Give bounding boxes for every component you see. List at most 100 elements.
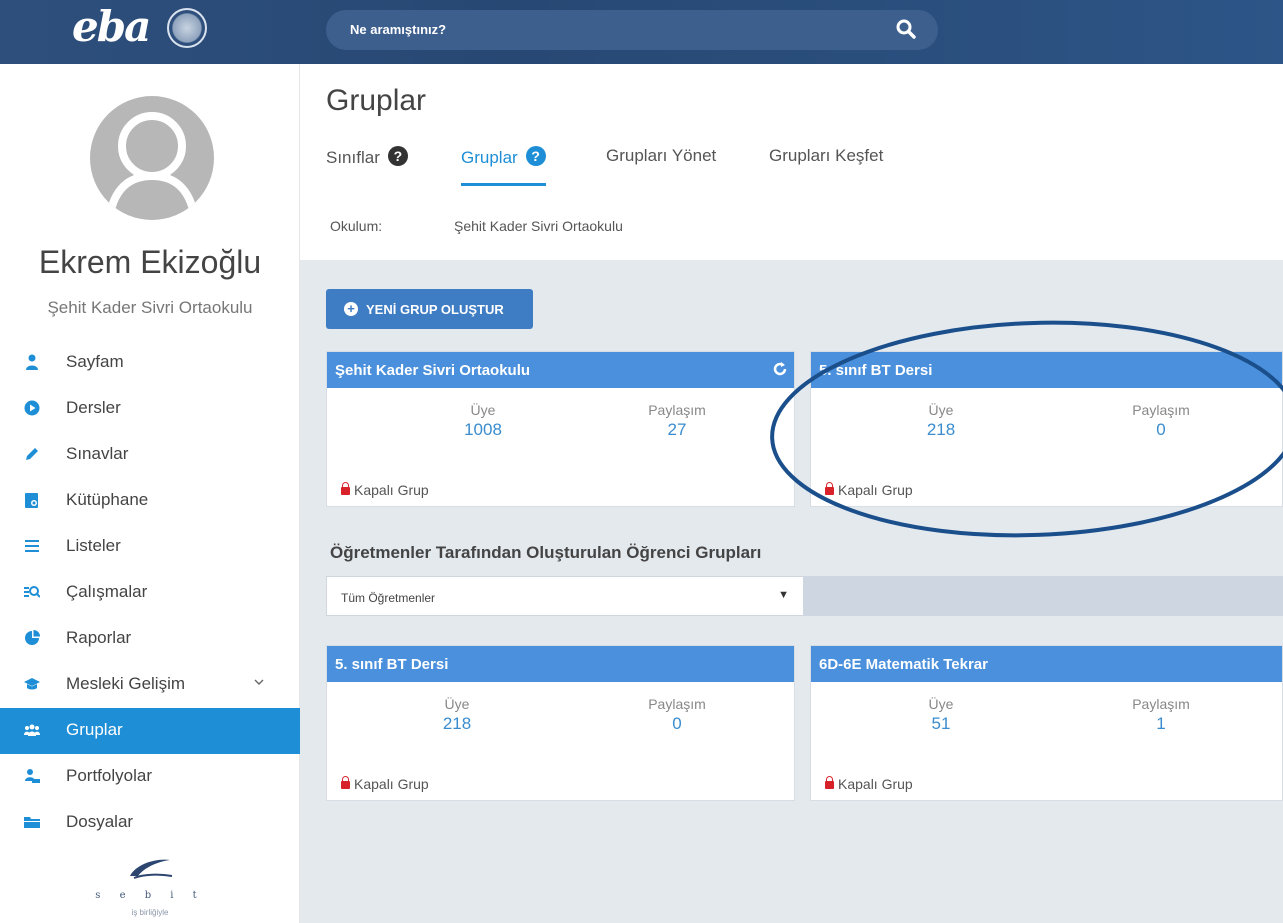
group-card[interactable]: 6D-6E Matematik Tekrar Üye 51 Paylaşım 1…: [810, 645, 1283, 801]
share-count: 0: [672, 714, 682, 733]
sidebar-item-label: Mesleki Gelişim: [66, 674, 186, 693]
sidebar-item-label: Çalışmalar: [66, 582, 148, 601]
share-label: Paylaşım: [648, 696, 706, 712]
dropdown-arrow-icon: ▼: [778, 589, 789, 601]
search-icon[interactable]: [896, 19, 916, 39]
sidebar-item-raporlar[interactable]: Raporlar: [0, 616, 300, 662]
group-card[interactable]: 5. sınıf BT Dersi Üye 218 Paylaşım 0 Kap…: [810, 351, 1283, 507]
share-stat: Paylaşım 27: [597, 402, 757, 440]
tab-label: Grupları Yönet: [606, 146, 717, 165]
lock-icon: [825, 776, 834, 789]
help-icon[interactable]: ?: [525, 146, 546, 166]
sidebar-nav: Sayfam Dersler Sınavlar Kütüphane Listel…: [0, 340, 300, 846]
member-count: 218: [442, 714, 472, 733]
refresh-icon[interactable]: [772, 361, 788, 377]
sebit-tagline: iş birliğiyle: [131, 908, 169, 917]
group-status-label: Kapalı Grup: [838, 776, 913, 792]
group-card-title: 5. sınıf BT Dersi: [811, 352, 1282, 388]
group-card[interactable]: 5. sınıf BT Dersi Üye 218 Paylaşım 0 Kap…: [326, 645, 795, 801]
sidebar-item-label: Raporlar: [66, 628, 132, 647]
share-label: Paylaşım: [1132, 402, 1190, 418]
group-status-label: Kapalı Grup: [354, 776, 429, 792]
share-count: 0: [1156, 420, 1166, 439]
sidebar-item-label: Sayfam: [66, 352, 124, 371]
user-name: Ekrem Ekizoğlu: [38, 244, 262, 280]
sidebar-item-label: Kütüphane: [66, 490, 149, 509]
page-title: Gruplar: [326, 84, 427, 117]
graduation-cap-icon: [24, 678, 40, 690]
group-card[interactable]: Şehit Kader Sivri Ortaokulu Üye 1008 Pay…: [326, 351, 795, 507]
group-status-label: Kapalı Grup: [354, 482, 429, 498]
portfolio-icon: [25, 769, 40, 783]
tab-gruplari-kesfet[interactable]: Grupları Keşfet: [769, 146, 883, 186]
pencil-icon: [26, 448, 38, 460]
sidebar-item-portfolyolar[interactable]: Portfolyolar: [0, 754, 300, 800]
group-status-label: Kapalı Grup: [838, 482, 913, 498]
group-card-title: Şehit Kader Sivri Ortaokulu: [327, 352, 794, 388]
tab-bar: Sınıflar? Gruplar? Grupları Yönet Grupla…: [326, 146, 1026, 186]
tab-siniflar[interactable]: Sınıflar?: [326, 146, 408, 186]
sidebar-item-mesleki-gelisim[interactable]: Mesleki Gelişim: [0, 662, 300, 708]
search-bar[interactable]: Ne aramıştınız?: [326, 10, 938, 50]
search-input[interactable]: Ne aramıştınız?: [350, 22, 446, 37]
pie-chart-icon: [25, 630, 40, 645]
users-icon: [24, 724, 40, 736]
member-label: Üye: [928, 696, 954, 712]
sidebar-item-label: Portfolyolar: [66, 766, 152, 785]
sidebar-item-calismalar[interactable]: Çalışmalar: [0, 570, 300, 616]
member-label: Üye: [928, 402, 954, 418]
share-stat: Paylaşım 1: [1081, 696, 1241, 734]
sidebar-item-kutuphane[interactable]: Kütüphane: [0, 478, 300, 524]
tab-label: Grupları Keşfet: [769, 146, 884, 165]
sidebar-item-gruplar[interactable]: Gruplar: [0, 708, 300, 754]
chevron-down-icon[interactable]: [254, 677, 264, 687]
tab-gruplar[interactable]: Gruplar?: [461, 146, 546, 186]
ministry-seal-icon: [167, 8, 207, 48]
sidebar-item-label: Dosyalar: [66, 812, 134, 831]
main-content: Gruplar Sınıflar? Gruplar? Grupları Yöne…: [300, 64, 1283, 923]
share-label: Paylaşım: [648, 402, 706, 418]
eba-logo[interactable]: eba: [72, 2, 222, 58]
teacher-filter-value: Tüm Öğretmenler: [341, 591, 436, 605]
help-icon[interactable]: ?: [387, 146, 408, 166]
sidebar: Ekrem Ekizoğlu Şehit Kader Sivri Ortaoku…: [0, 64, 300, 923]
school-value: Şehit Kader Sivri Ortaokulu: [454, 218, 623, 234]
sidebar-item-label: Gruplar: [66, 720, 123, 739]
lock-icon: [825, 482, 834, 495]
filter-bar: Tüm Öğretmenler ▼: [326, 576, 1283, 616]
tab-label: Sınıflar: [326, 148, 380, 167]
lock-icon: [341, 776, 350, 789]
play-icon: [24, 400, 40, 416]
sidebar-item-sayfam[interactable]: Sayfam: [0, 340, 300, 386]
top-bar: eba Ne aramıştınız?: [0, 0, 1283, 64]
member-count: 1008: [464, 420, 502, 439]
user-school: Şehit Kader Sivri Ortaokulu: [47, 298, 253, 317]
default-avatar-icon: [106, 112, 198, 215]
group-card-title: 6D-6E Matematik Tekrar: [811, 646, 1282, 682]
member-count: 218: [926, 420, 956, 439]
member-stat: Üye 218: [377, 696, 537, 734]
group-status: Kapalı Grup: [825, 776, 913, 792]
member-label: Üye: [470, 402, 496, 418]
sidebar-item-sinavlar[interactable]: Sınavlar: [0, 432, 300, 478]
sebit-swoosh-icon: [130, 859, 173, 879]
tab-label: Gruplar: [461, 148, 518, 167]
sidebar-item-label: Dersler: [66, 398, 121, 417]
avatar[interactable]: [90, 96, 214, 220]
sidebar-item-dersler[interactable]: Dersler: [0, 386, 300, 432]
member-stat: Üye 218: [861, 402, 1021, 440]
folder-icon: [24, 817, 40, 828]
new-group-label: YENİ GRUP OLUŞTUR: [366, 302, 504, 317]
new-group-button[interactable]: + YENİ GRUP OLUŞTUR: [326, 289, 533, 329]
tab-gruplari-yonet[interactable]: Grupları Yönet: [606, 146, 716, 186]
sidebar-item-dosyalar[interactable]: Dosyalar: [0, 800, 300, 846]
share-label: Paylaşım: [1132, 696, 1190, 712]
section-title: Öğretmenler Tarafından Oluşturulan Öğren…: [330, 543, 762, 562]
school-label: Okulum:: [330, 218, 383, 234]
logo-text: eba: [72, 2, 151, 51]
group-card-title: 5. sınıf BT Dersi: [327, 646, 794, 682]
sidebar-item-label: Listeler: [66, 536, 121, 555]
teacher-filter-select[interactable]: Tüm Öğretmenler ▼: [326, 576, 804, 616]
member-stat: Üye 1008: [403, 402, 563, 440]
sidebar-item-listeler[interactable]: Listeler: [0, 524, 300, 570]
